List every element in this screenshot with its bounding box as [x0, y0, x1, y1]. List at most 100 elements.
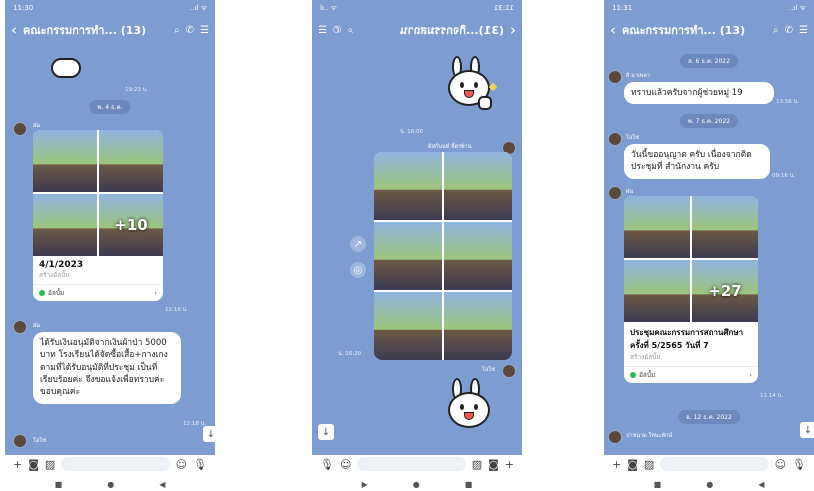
home-icon[interactable]: ●: [706, 480, 713, 489]
image-icon[interactable]: ▨: [472, 458, 482, 471]
avatar[interactable]: [13, 434, 27, 448]
date-pill: พ. 7 ธ.ค. 2022: [679, 114, 739, 128]
mic-icon[interactable]: 🎙: [320, 458, 334, 471]
photo[interactable]: [444, 292, 512, 360]
back-arrow-icon[interactable]: ‹: [610, 21, 616, 39]
album-photo[interactable]: [624, 260, 690, 322]
sticker-eye: [460, 82, 464, 88]
scroll-down-icon[interactable]: ↓: [203, 426, 215, 442]
search-icon[interactable]: ⌕: [174, 25, 180, 36]
menu-icon[interactable]: ☰: [318, 25, 327, 36]
sender-name: โอโซ่: [482, 367, 495, 373]
menu-icon[interactable]: ☰: [200, 25, 209, 36]
image-icon[interactable]: ▨: [644, 458, 654, 471]
photo[interactable]: [374, 292, 442, 360]
chat-title: คณะกรรมการทำ... (13): [23, 24, 147, 37]
scroll-down-icon[interactable]: ↓: [800, 422, 814, 438]
recent-apps-icon[interactable]: ■: [55, 480, 63, 489]
album-footer[interactable]: อัลบั้ม ›: [624, 366, 758, 383]
album-card[interactable]: +27 ประชุมคณะกรรมการสถานศึกษาครั้งที่ 5/…: [624, 196, 758, 383]
back-nav-icon[interactable]: ▶: [362, 480, 368, 489]
album-photo-more[interactable]: +10: [99, 194, 163, 256]
sender-name: ปาชนาด ใหนะทักษ์: [626, 433, 673, 439]
scroll-down-icon[interactable]: ↓: [318, 424, 334, 440]
avatar[interactable]: [608, 70, 622, 84]
plus-icon[interactable]: +: [505, 458, 514, 471]
message-bubble[interactable]: วันนี้ขออนุญาต ครับ เนื่องจากติด ประชุมท…: [624, 144, 770, 179]
back-arrow-icon[interactable]: ‹: [510, 21, 516, 39]
album-title: ประชุมคณะกรรมการสถานศึกษาครั้งที่ 5/2565…: [630, 328, 744, 350]
album-grid: +27: [624, 196, 758, 322]
mic-icon[interactable]: 🎙: [792, 458, 806, 471]
album-photo-more[interactable]: +27: [692, 260, 758, 322]
emoji-icon[interactable]: ☺: [176, 458, 187, 471]
photo[interactable]: [374, 152, 442, 220]
phone-screen-2: 11:31 ᯤ ..ıl ‹ (31)...กิจกรรมสถาน ⌕ ✆ ☰: [312, 0, 522, 491]
recent-apps-icon[interactable]: ■: [465, 480, 473, 489]
back-nav-icon[interactable]: ◀: [758, 480, 764, 489]
avatar[interactable]: [502, 364, 516, 378]
avatar[interactable]: [608, 430, 622, 444]
plus-icon[interactable]: +: [612, 458, 621, 471]
photo[interactable]: [374, 222, 442, 290]
camera-icon[interactable]: ◙: [28, 458, 39, 471]
search-icon[interactable]: ⌕: [773, 25, 779, 36]
save-icon[interactable]: ◎: [350, 262, 366, 278]
message-input[interactable]: [357, 457, 466, 471]
phone-icon[interactable]: ✆: [785, 25, 793, 36]
album-dot-icon: [630, 372, 636, 378]
avatar[interactable]: [608, 186, 622, 200]
phone-screen-1: 11:30 ..ıl ᯤ ‹ คณะกรรมการทำ... (13) ⌕ ✆ …: [5, 0, 215, 491]
chat-view: 11:31 ..ıl ᯤ ‹ คณะกรรมการทำ... (13) ⌕ ✆ …: [604, 0, 814, 455]
back-arrow-icon[interactable]: ‹: [11, 21, 17, 39]
input-bar: 🎙 ☺ ▨ ◙ +: [312, 455, 522, 473]
status-icons: ..ıl ᯤ: [190, 3, 207, 12]
home-icon[interactable]: ●: [413, 480, 420, 489]
avatar[interactable]: [13, 122, 27, 136]
message-input[interactable]: [660, 457, 769, 471]
avatar[interactable]: [608, 132, 622, 146]
message-bubble[interactable]: ได้รับเงินอนุมัติจากเงินผ้าป่า 5000 บาท …: [33, 332, 181, 404]
sender-name: ฝน: [33, 323, 40, 329]
system-nav: ▶ ● ■: [312, 477, 522, 491]
sticker-hand: [478, 96, 492, 110]
chat-view: 11:31 ᯤ ..ıl ‹ (31)...กิจกรรมสถาน ⌕ ✆ ☰: [312, 0, 522, 455]
album-photo[interactable]: [692, 196, 758, 258]
emoji-icon[interactable]: ☺: [775, 458, 786, 471]
message-bubble[interactable]: ทราบแล้วครับจากผู้ช่วยหมู่ 19: [624, 82, 774, 105]
album-grid: +10: [33, 130, 163, 256]
avatar[interactable]: [13, 320, 27, 334]
home-icon[interactable]: ●: [107, 480, 114, 489]
recent-apps-icon[interactable]: ■: [654, 480, 662, 489]
back-nav-icon[interactable]: ◀: [159, 480, 165, 489]
album-photo[interactable]: [33, 130, 97, 192]
plus-icon[interactable]: +: [13, 458, 22, 471]
search-icon[interactable]: ⌕: [347, 25, 353, 36]
phone-icon[interactable]: ✆: [333, 25, 341, 36]
menu-icon[interactable]: ☰: [799, 25, 808, 36]
mic-icon[interactable]: 🎙: [193, 458, 207, 471]
image-icon[interactable]: ▨: [45, 458, 55, 471]
album-photo[interactable]: [99, 130, 163, 192]
share-icon[interactable]: ↗: [350, 236, 366, 252]
sticker-bunny: [440, 56, 498, 118]
camera-icon[interactable]: ◙: [627, 458, 638, 471]
album-time: 12:16 น.: [165, 307, 189, 313]
photo-grid-card[interactable]: [374, 152, 512, 360]
album-photo[interactable]: [624, 196, 690, 258]
photo[interactable]: [444, 222, 512, 290]
album-subtitle: สร้างอัลบั้ม: [630, 353, 661, 361]
chat-title: คณะกรรมการทำ... (13): [622, 24, 746, 37]
album-footer[interactable]: อัลบั้ม ›: [33, 284, 163, 301]
chat-header: ‹ คณะกรรมการทำ... (13) ⌕ ✆ ☰: [604, 16, 814, 44]
emoji-icon[interactable]: ☺: [340, 458, 351, 471]
album-photo[interactable]: [33, 194, 97, 256]
camera-icon[interactable]: ◙: [488, 458, 499, 471]
photo[interactable]: [444, 152, 512, 220]
sender-name: โอโซ่: [33, 438, 46, 444]
message-input[interactable]: [61, 457, 170, 471]
message-time: น. 16:00: [400, 129, 424, 135]
phone-icon[interactable]: ✆: [186, 25, 194, 36]
status-bar: 11:30 ..ıl ᯤ: [5, 0, 215, 16]
album-card[interactable]: +10 4/1/2023 สร้างอัลบั้ม อัลบั้ม ›: [33, 130, 163, 301]
